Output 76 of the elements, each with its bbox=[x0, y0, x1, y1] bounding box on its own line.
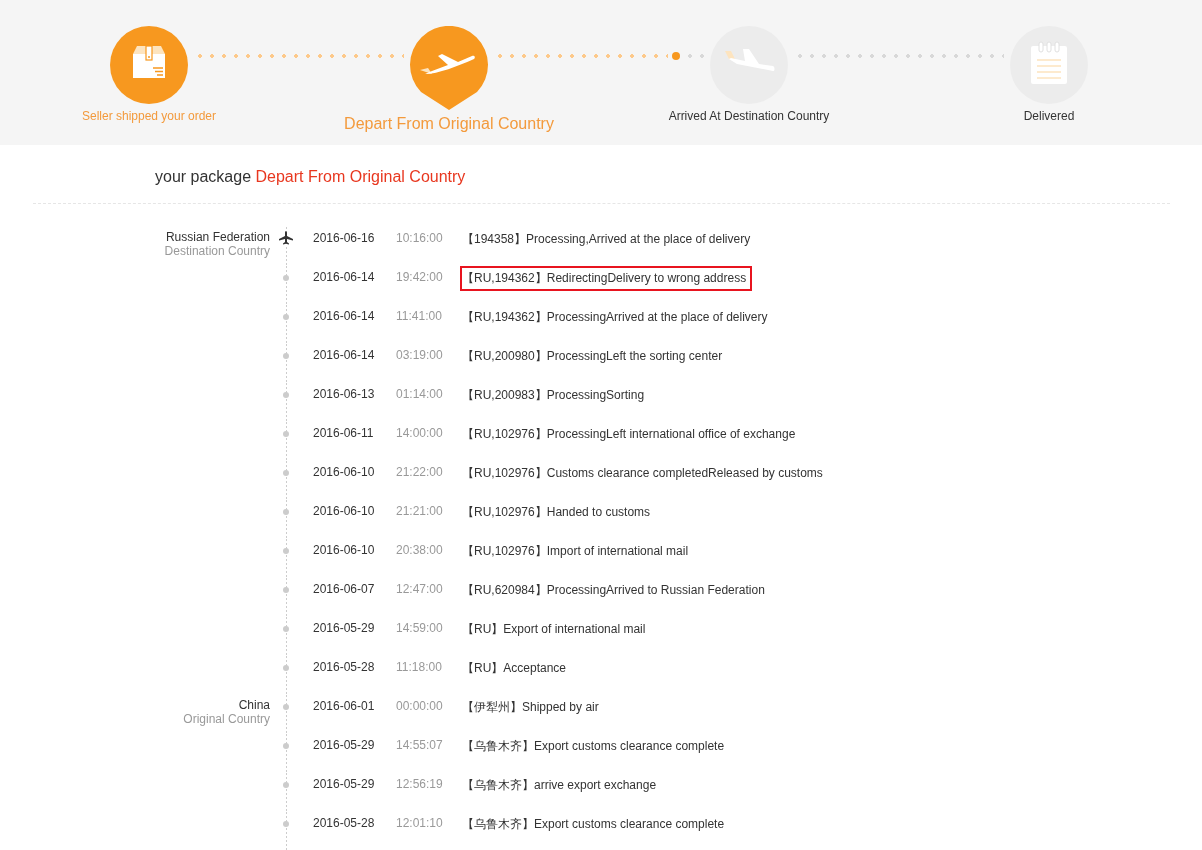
timeline-dot bbox=[283, 431, 289, 437]
event-time: 20:38:00 bbox=[396, 542, 444, 559]
event-description: 【RU】Acceptance bbox=[461, 660, 568, 677]
timeline-dot bbox=[283, 821, 289, 827]
event-date: 2016-06-14 bbox=[313, 347, 376, 364]
event-date: 2016-06-01 bbox=[313, 698, 376, 715]
event-date: 2016-06-14 bbox=[313, 308, 376, 325]
timeline-dot bbox=[283, 704, 289, 710]
event-time: 12:47:00 bbox=[396, 581, 444, 598]
timeline-dot bbox=[283, 470, 289, 476]
event-date: 2016-06-16 bbox=[313, 230, 376, 247]
step-label: Depart From Original Country bbox=[343, 115, 555, 133]
country-name: Russian Federation bbox=[165, 230, 270, 244]
event-description: 【194358】Processing,Arrived at the place of delivery bbox=[461, 231, 752, 248]
event-time: 03:19:00 bbox=[396, 347, 444, 364]
event-time: 01:14:00 bbox=[396, 386, 444, 403]
event-description: 【RU,200983】ProcessingSorting bbox=[461, 387, 646, 404]
event-description: 【乌鲁木齐】Export customs clearance complete bbox=[461, 738, 726, 755]
event-date: 2016-05-29 bbox=[313, 776, 376, 793]
timeline-dot bbox=[283, 626, 289, 632]
box-icon bbox=[131, 44, 167, 80]
event-description: 【RU,102976】Handed to customs bbox=[461, 504, 652, 521]
event-time: 10:16:00 bbox=[396, 230, 444, 247]
step-label: Delivered bbox=[1022, 109, 1076, 123]
event-time: 14:59:00 bbox=[396, 620, 444, 637]
event-date: 2016-05-29 bbox=[313, 737, 376, 754]
timeline-dot bbox=[283, 314, 289, 320]
event-date: 2016-06-10 bbox=[313, 542, 376, 559]
timeline-dot bbox=[283, 392, 289, 398]
status-prefix: your package bbox=[155, 168, 252, 185]
event-description: 【RU,194362】ProcessingArrived at the place of delivery bbox=[461, 309, 769, 326]
event-description: 【乌鲁木齐】Export customs clearance complete bbox=[461, 816, 726, 833]
country-role: Original Country bbox=[183, 712, 270, 726]
event-description: 【RU,200980】ProcessingLeft the sorting center bbox=[461, 348, 724, 365]
event-time: 12:56:19 bbox=[396, 776, 444, 793]
event-date: 2016-06-14 bbox=[313, 269, 376, 286]
country-name: China bbox=[238, 698, 270, 712]
event-time: 11:41:00 bbox=[396, 308, 443, 325]
timeline-dot bbox=[283, 548, 289, 554]
event-description: 【RU,102976】ProcessingLeft international office of exchange bbox=[461, 426, 797, 443]
progress-dot bbox=[672, 52, 680, 60]
event-time: 19:42:00 bbox=[396, 269, 444, 286]
timeline-dot bbox=[283, 353, 289, 359]
notepad-icon bbox=[1029, 40, 1069, 86]
country-role: Destination Country bbox=[164, 244, 270, 258]
timeline-dot bbox=[283, 743, 289, 749]
event-description: 【乌鲁木齐】arrive export exchange bbox=[461, 777, 658, 794]
event-date: 2016-05-28 bbox=[313, 815, 376, 832]
timeline-dot bbox=[283, 665, 289, 671]
step-label: Seller shipped your order bbox=[80, 109, 218, 123]
event-description: 【RU,620984】ProcessingArrived to Russian Federation bbox=[461, 582, 766, 599]
event-time: 14:55:07 bbox=[396, 737, 444, 754]
event-time: 12:01:10 bbox=[396, 815, 444, 832]
event-date: 2016-06-07 bbox=[313, 581, 376, 598]
event-date: 2016-06-10 bbox=[313, 464, 376, 481]
timeline-dot bbox=[283, 587, 289, 593]
event-time: 00:00:00 bbox=[396, 698, 444, 715]
event-description: 【伊犁州】Shipped by air bbox=[461, 699, 600, 716]
status-value: Depart From Original Country bbox=[255, 168, 466, 185]
event-date: 2016-06-13 bbox=[313, 386, 376, 403]
event-description: 【RU,194362】RedirectingDelivery to wrong address bbox=[460, 266, 753, 291]
event-date: 2016-05-28 bbox=[313, 659, 376, 676]
event-date: 2016-05-29 bbox=[313, 620, 376, 637]
event-time: 14:00:00 bbox=[396, 425, 444, 442]
event-description: 【RU,102976】Customs clearance completedReleased by customs bbox=[461, 465, 824, 482]
event-date: 2016-06-10 bbox=[313, 503, 376, 520]
timeline-dot bbox=[283, 275, 289, 281]
event-description: 【RU】Export of international mail bbox=[461, 621, 647, 638]
event-time: 21:21:00 bbox=[396, 503, 444, 520]
event-date: 2016-06-11 bbox=[313, 425, 375, 442]
event-time: 11:18:00 bbox=[396, 659, 443, 676]
timeline-dot bbox=[283, 782, 289, 788]
step-label: Arrived At Destination Country bbox=[667, 109, 831, 123]
event-time: 21:22:00 bbox=[396, 464, 444, 481]
timeline-dot bbox=[283, 509, 289, 515]
event-description: 【RU,102976】Import of international mail bbox=[461, 543, 690, 560]
